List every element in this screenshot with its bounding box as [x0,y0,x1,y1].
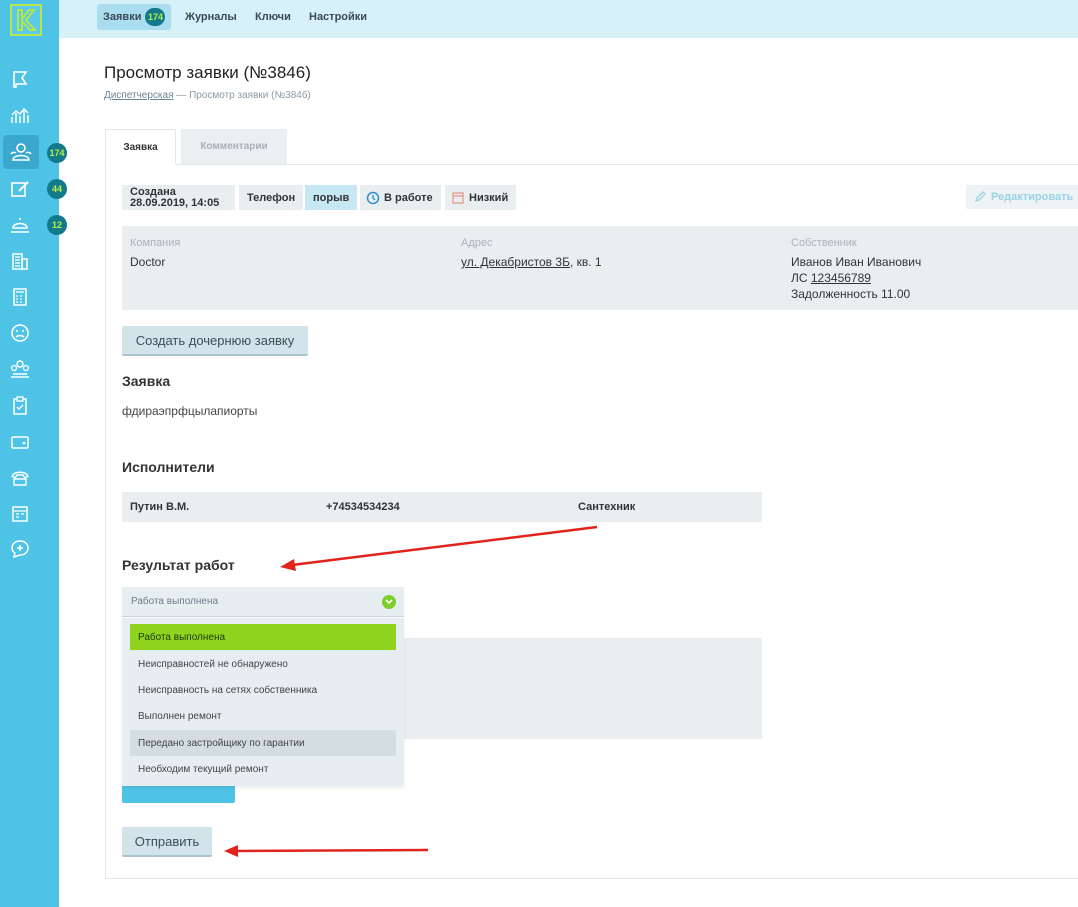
annotation-arrow [224,845,429,857]
annotation-arrows [224,525,598,857]
annotation-arrow [280,525,598,571]
